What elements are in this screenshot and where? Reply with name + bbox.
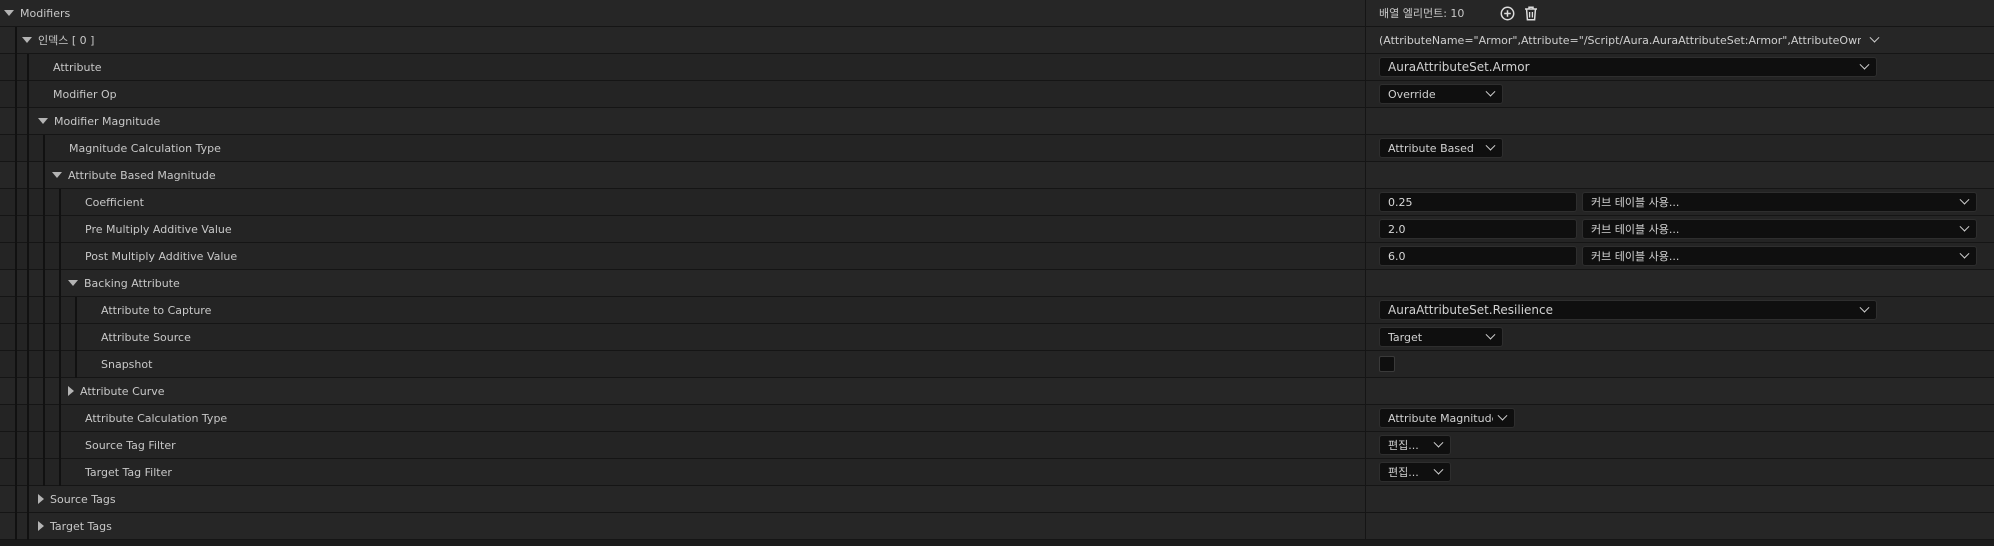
row-modifier-op: Modifier Op Override <box>0 81 1994 108</box>
row-attribute-to-capture: Attribute to Capture AuraAttributeSet.Re… <box>0 297 1994 324</box>
post-multiply-label: Post Multiply Additive Value <box>85 249 238 263</box>
post-multiply-curve-value: 커브 테이블 사용... <box>1591 250 1680 263</box>
attribute-label: Attribute <box>53 60 102 74</box>
magnitude-calc-type-label: Magnitude Calculation Type <box>69 141 221 155</box>
pre-multiply-input[interactable]: 2.0 <box>1379 219 1577 239</box>
chevron-down-icon[interactable] <box>1869 32 1880 43</box>
modifier-op-label: Modifier Op <box>53 87 117 101</box>
chevron-down-icon <box>1485 329 1496 340</box>
row-post-multiply: Post Multiply Additive Value 6.0 커브 테이블 … <box>0 243 1994 270</box>
attribute-combo[interactable]: AuraAttributeSet.Armor <box>1379 57 1877 77</box>
row-target-tag-filter: Target Tag Filter 편집... <box>0 459 1994 486</box>
index-0-label: 인덱스 [ 0 ] <box>38 34 95 47</box>
modifier-magnitude-label: Modifier Magnitude <box>54 114 161 128</box>
attribute-based-magnitude-label: Attribute Based Magnitude <box>68 168 216 182</box>
target-tags-label: Target Tags <box>50 519 112 533</box>
chevron-down-icon <box>1859 302 1870 313</box>
row-magnitude-calc-type: Magnitude Calculation Type Attribute Bas… <box>0 135 1994 162</box>
attribute-source-label: Attribute Source <box>101 330 191 344</box>
row-source-tags: Source Tags <box>0 486 1994 513</box>
row-attribute-source: Attribute Source Target <box>0 324 1994 351</box>
source-tag-filter-button[interactable]: 편집... <box>1379 435 1451 455</box>
expanded-arrow-icon[interactable] <box>4 10 14 16</box>
modifier-op-value: Override <box>1388 87 1436 101</box>
chevron-down-icon <box>1859 59 1870 70</box>
row-snapshot: Snapshot <box>0 351 1994 378</box>
row-modifiers: Modifiers 배열 엘리먼트: 10 <box>0 0 1994 27</box>
pre-multiply-curve-combo[interactable]: 커브 테이블 사용... <box>1582 219 1977 239</box>
modifiers-label: Modifiers <box>20 6 71 20</box>
row-backing-attribute: Backing Attribute <box>0 270 1994 297</box>
backing-attribute-label: Backing Attribute <box>84 276 180 290</box>
pre-multiply-curve-value: 커브 테이블 사용... <box>1591 223 1680 236</box>
expanded-arrow-icon[interactable] <box>52 172 62 178</box>
attribute-source-value: Target <box>1388 330 1423 344</box>
expanded-arrow-icon[interactable] <box>22 37 32 43</box>
attribute-source-combo[interactable]: Target <box>1379 327 1503 347</box>
attribute-to-capture-label: Attribute to Capture <box>101 303 212 317</box>
row-attribute-calc-type: Attribute Calculation Type Attribute Mag… <box>0 405 1994 432</box>
row-index-0: 인덱스 [ 0 ] (AttributeName="Armor",Attribu… <box>0 27 1994 54</box>
chevron-down-icon <box>1959 248 1970 259</box>
snapshot-checkbox[interactable] <box>1379 356 1395 372</box>
modifier-op-combo[interactable]: Override <box>1379 84 1503 104</box>
collapsed-arrow-icon[interactable] <box>38 494 44 504</box>
row-modifier-magnitude: Modifier Magnitude <box>0 108 1994 135</box>
chevron-down-icon <box>1497 410 1508 421</box>
array-count: 배열 엘리먼트: 10 <box>1379 7 1465 20</box>
collapsed-arrow-icon[interactable] <box>68 386 74 396</box>
row-target-tags: Target Tags <box>0 513 1994 540</box>
attribute-to-capture-combo[interactable]: AuraAttributeSet.Resilience <box>1379 300 1877 320</box>
pre-multiply-label: Pre Multiply Additive Value <box>85 222 232 236</box>
magnitude-calc-type-combo[interactable]: Attribute Based <box>1379 138 1503 158</box>
attribute-calc-type-value: Attribute Magnitude <box>1388 411 1493 425</box>
chevron-down-icon <box>1433 437 1444 448</box>
chevron-down-icon <box>1485 86 1496 97</box>
attribute-curve-label: Attribute Curve <box>80 384 165 398</box>
chevron-down-icon <box>1959 194 1970 205</box>
target-tag-filter-label: Target Tag Filter <box>85 465 172 479</box>
trash-icon[interactable] <box>1522 4 1540 22</box>
source-tags-label: Source Tags <box>50 492 116 506</box>
attribute-to-capture-value: AuraAttributeSet.Resilience <box>1388 303 1554 317</box>
collapsed-arrow-icon[interactable] <box>38 521 44 531</box>
attribute-calc-type-combo[interactable]: Attribute Magnitude <box>1379 408 1515 428</box>
post-multiply-curve-combo[interactable]: 커브 테이블 사용... <box>1582 246 1977 266</box>
attribute-value: AuraAttributeSet.Armor <box>1388 60 1530 74</box>
target-tag-filter-value: 편집... <box>1388 466 1419 479</box>
row-attribute-curve: Attribute Curve <box>0 378 1994 405</box>
add-element-icon[interactable] <box>1498 4 1516 22</box>
row-attribute: Attribute AuraAttributeSet.Armor <box>0 54 1994 81</box>
index-0-summary: (AttributeName="Armor",Attribute="/Scrip… <box>1379 33 1861 47</box>
magnitude-calc-type-value: Attribute Based <box>1388 141 1474 155</box>
attribute-calc-type-label: Attribute Calculation Type <box>85 411 228 425</box>
snapshot-label: Snapshot <box>101 357 153 371</box>
details-panel: Modifiers 배열 엘리먼트: 10 인덱스 [ 0 ] (Attribu… <box>0 0 1994 540</box>
coefficient-input[interactable]: 0.25 <box>1379 192 1577 212</box>
post-multiply-input[interactable]: 6.0 <box>1379 246 1577 266</box>
source-tag-filter-label: Source Tag Filter <box>85 438 176 452</box>
target-tag-filter-button[interactable]: 편집... <box>1379 462 1451 482</box>
chevron-down-icon <box>1433 464 1444 475</box>
row-attribute-based-magnitude: Attribute Based Magnitude <box>0 162 1994 189</box>
chevron-down-icon <box>1485 140 1496 151</box>
row-source-tag-filter: Source Tag Filter 편집... <box>0 432 1994 459</box>
source-tag-filter-value: 편집... <box>1388 439 1419 452</box>
coefficient-curve-combo[interactable]: 커브 테이블 사용... <box>1582 192 1977 212</box>
row-pre-multiply: Pre Multiply Additive Value 2.0 커브 테이블 사… <box>0 216 1994 243</box>
coefficient-curve-value: 커브 테이블 사용... <box>1591 196 1680 209</box>
expanded-arrow-icon[interactable] <box>68 280 78 286</box>
row-coefficient: Coefficient 0.25 커브 테이블 사용... <box>0 189 1994 216</box>
expanded-arrow-icon[interactable] <box>38 118 48 124</box>
coefficient-label: Coefficient <box>85 195 144 209</box>
chevron-down-icon <box>1959 221 1970 232</box>
